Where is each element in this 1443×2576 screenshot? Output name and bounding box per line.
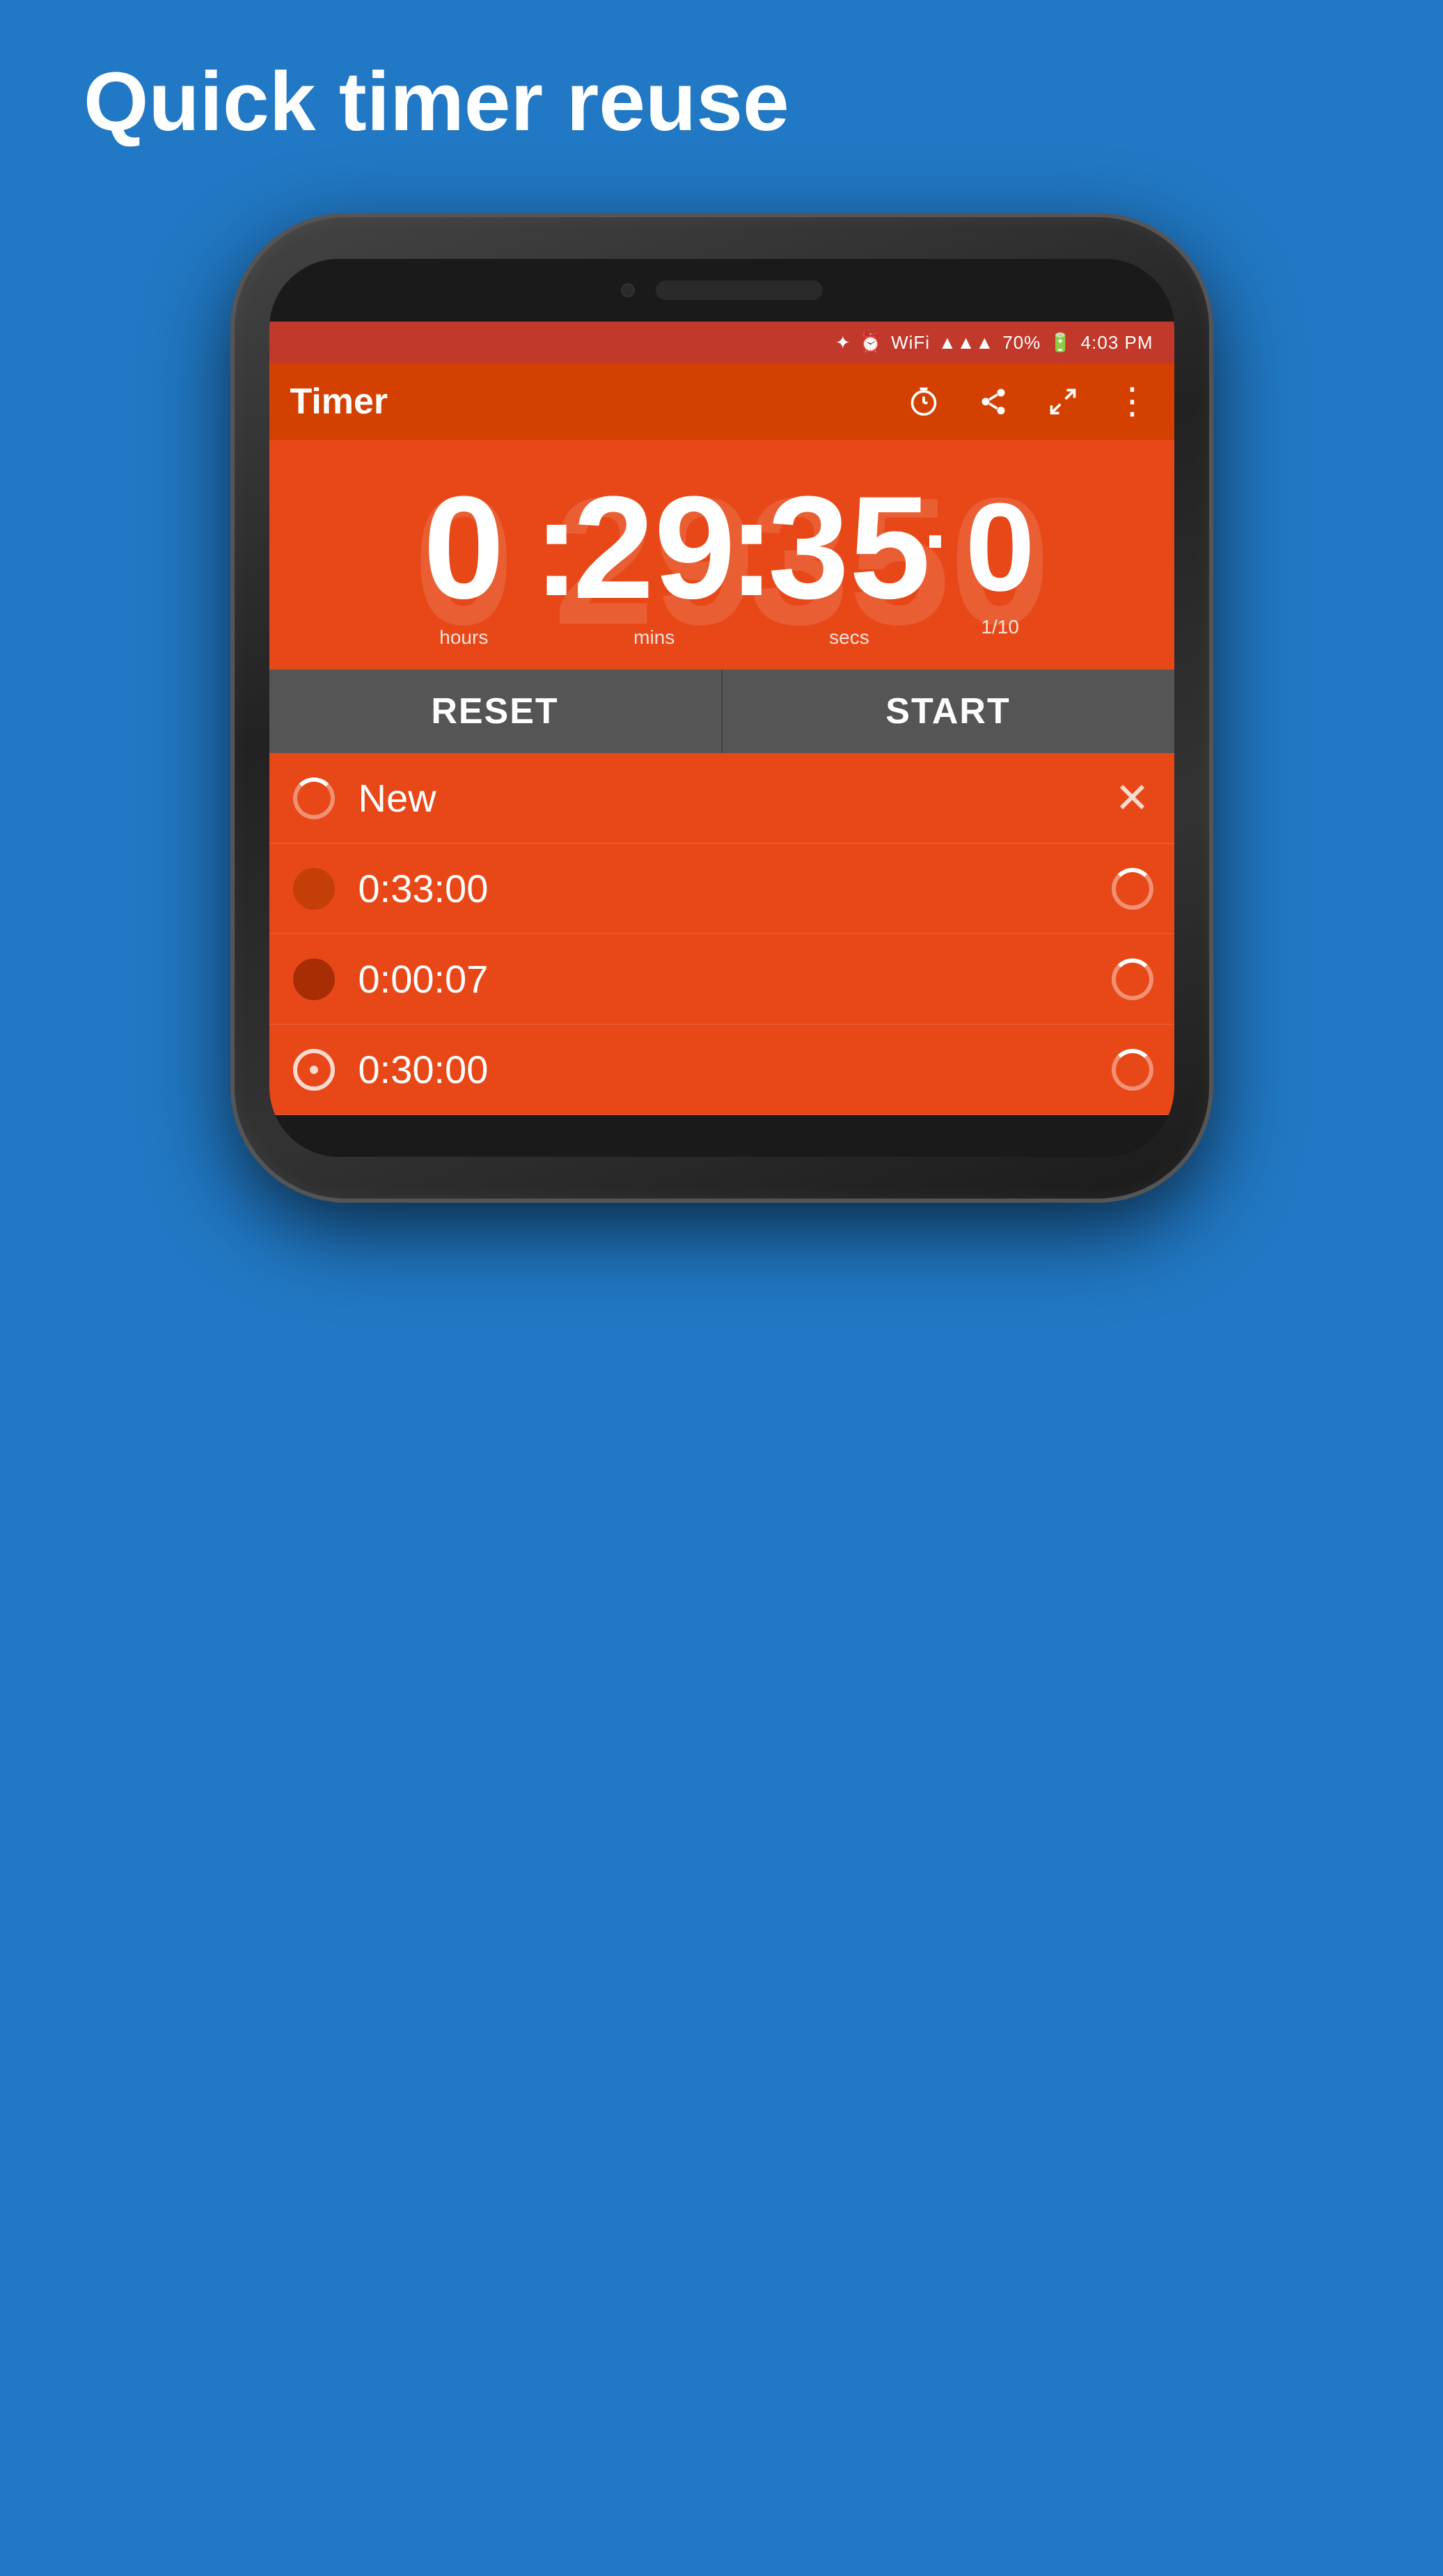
status-icons: ✦ ⏰ WiFi ▲▲▲ 70% 🔋 4:03 PM	[835, 332, 1153, 354]
app-bar-icons: ⋮	[903, 381, 1153, 422]
list-item[interactable]: 0:33:00	[269, 844, 1174, 934]
status-bar: ✦ ⏰ WiFi ▲▲▲ 70% 🔋 4:03 PM	[269, 322, 1174, 363]
seconds-digit: 35	[768, 475, 931, 621]
circle-full-icon	[293, 868, 335, 910]
timer-display: 0 hours : 29 mins : 35 secs ·	[269, 440, 1174, 670]
signal-icon: ▲▲▲	[938, 332, 994, 354]
minutes-digit: 29	[573, 475, 736, 621]
phone-container: ✦ ⏰ WiFi ▲▲▲ 70% 🔋 4:03 PM Timer	[235, 217, 1209, 1199]
minutes-group[interactable]: 29 mins	[573, 475, 736, 649]
page-title: Quick timer reuse	[0, 0, 1443, 189]
app-bar: Timer	[269, 363, 1174, 440]
list-item[interactable]: 0:30:00	[269, 1025, 1174, 1115]
timer-icon-btn[interactable]	[903, 381, 945, 422]
list-item-label-1: New	[358, 775, 1112, 821]
list-item-icon-3	[290, 956, 338, 1003]
more-icon-btn[interactable]: ⋮	[1112, 381, 1153, 422]
reload-icon-4[interactable]	[1112, 1049, 1153, 1091]
list-item-label-2: 0:33:00	[358, 866, 1112, 911]
phone-speaker	[656, 280, 823, 300]
spinner-icon	[293, 777, 335, 819]
alarm-icon: ⏰	[860, 332, 883, 354]
seconds-label: secs	[829, 626, 869, 649]
circle-partial-icon	[293, 958, 335, 1000]
timer-list: New ✕ 0:33:00	[269, 753, 1174, 1115]
tenths-digit: 0	[945, 485, 1056, 610]
btn-row: RESET START	[269, 670, 1174, 753]
wifi-icon: WiFi	[891, 332, 930, 354]
battery-icon: 🔋	[1049, 332, 1072, 354]
phone-screen-wrapper: ✦ ⏰ WiFi ▲▲▲ 70% 🔋 4:03 PM Timer	[269, 259, 1174, 1157]
timer-row: 0 hours : 29 mins : 35 secs ·	[283, 461, 1160, 656]
list-item-icon-1	[290, 775, 338, 822]
battery-percent: 70%	[1002, 332, 1041, 354]
list-item-icon-2	[290, 865, 338, 912]
phone-bottom-bar	[269, 1115, 1174, 1157]
circle-outline-icon	[293, 1049, 335, 1091]
app-title: Timer	[290, 381, 903, 422]
reload-icon-2[interactable]	[1112, 868, 1153, 910]
list-item-icon-4	[290, 1046, 338, 1093]
list-item-label-4: 0:30:00	[358, 1047, 1112, 1092]
reload-icon-3[interactable]	[1112, 958, 1153, 1000]
reset-button[interactable]: RESET	[269, 670, 723, 753]
hours-group[interactable]: 0 hours	[387, 475, 540, 649]
list-item-label-3: 0:00:07	[358, 956, 1112, 1002]
seconds-group[interactable]: 35 secs	[768, 475, 931, 649]
share-icon-btn[interactable]	[972, 381, 1014, 422]
expand-icon-btn[interactable]	[1042, 381, 1084, 422]
bluetooth-icon: ✦	[835, 332, 851, 354]
list-item[interactable]: 0:00:07	[269, 934, 1174, 1025]
time-display: 4:03 PM	[1081, 332, 1153, 354]
phone-top-bar	[269, 259, 1174, 322]
hours-digit: 0	[387, 475, 540, 621]
list-item[interactable]: New ✕	[269, 753, 1174, 844]
phone-outer: ✦ ⏰ WiFi ▲▲▲ 70% 🔋 4:03 PM Timer	[235, 217, 1209, 1199]
list-item-action-1[interactable]: ✕	[1112, 774, 1153, 823]
hours-label: hours	[439, 626, 488, 649]
tenths-group[interactable]: 0 1/10	[945, 485, 1056, 638]
start-button[interactable]: START	[723, 670, 1174, 753]
minutes-label: mins	[633, 626, 675, 649]
tenths-label: 1/10	[981, 616, 1019, 638]
phone-camera	[621, 283, 635, 297]
